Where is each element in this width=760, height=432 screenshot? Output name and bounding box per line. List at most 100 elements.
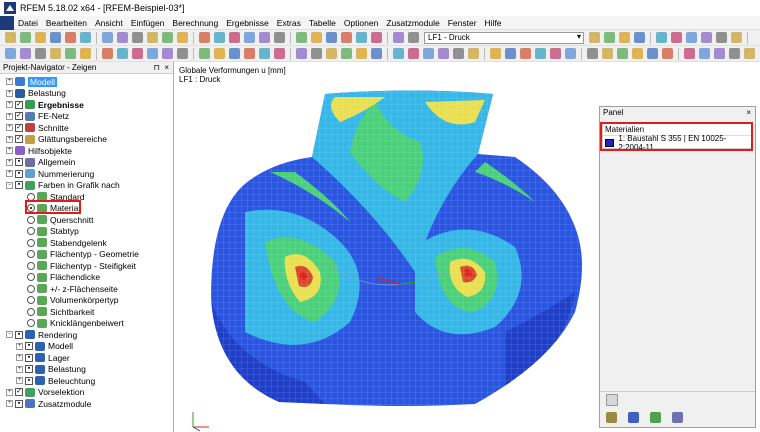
toolbar-button-icon[interactable]: [731, 32, 742, 43]
expand-icon[interactable]: +: [6, 147, 13, 154]
nav-item-zside[interactable]: +/- z-Flächenseite: [27, 283, 118, 294]
toolbar-button-icon[interactable]: [199, 48, 210, 59]
collapse-icon[interactable]: −: [6, 181, 13, 189]
toolbar-button-icon[interactable]: [177, 48, 188, 59]
nav-item-res[interactable]: + ✓ Ergebnisse: [6, 99, 84, 110]
checkbox[interactable]: ▪: [25, 342, 33, 350]
toolbar-button-icon[interactable]: [326, 48, 337, 59]
toolbar-button-icon[interactable]: [619, 32, 630, 43]
expand-icon[interactable]: +: [6, 158, 13, 166]
toolbar-button-icon[interactable]: [634, 32, 645, 43]
menu-hilfe[interactable]: Hilfe: [481, 16, 506, 30]
toolbar-button-icon[interactable]: [438, 48, 449, 59]
menu-ansicht[interactable]: Ansicht: [91, 16, 127, 30]
expand-icon[interactable]: +: [6, 400, 13, 407]
nav-item-buck[interactable]: Knicklängenbeiwert: [27, 318, 124, 329]
toolbar-button-icon[interactable]: [65, 48, 76, 59]
toolbar-button-icon[interactable]: [132, 48, 143, 59]
toolbar-button-icon[interactable]: [296, 48, 307, 59]
expand-icon[interactable]: +: [16, 354, 23, 361]
nav-item-num[interactable]: + ▪ Nummerierung: [6, 168, 94, 179]
nav-item-rend[interactable]: − ▪ Rendering: [6, 329, 77, 340]
toolbar-button-icon[interactable]: [684, 48, 695, 59]
nav-item-rsupp[interactable]: + ▪ Lager: [16, 352, 70, 363]
radio-button[interactable]: [27, 215, 35, 224]
menu-datei[interactable]: Datei: [14, 16, 42, 30]
radio-button[interactable]: [27, 296, 35, 304]
toolbar-button-icon[interactable]: [565, 48, 576, 59]
nav-item-sgeo[interactable]: Flächentyp - Geometrie: [27, 249, 139, 260]
radio-button[interactable]: [27, 273, 35, 281]
toolbar-button-icon[interactable]: [656, 32, 667, 43]
toolbar-button-icon[interactable]: [587, 48, 598, 59]
nav-item-sthick[interactable]: Flächendicke: [27, 272, 100, 283]
toolbar-button-icon[interactable]: [729, 48, 740, 59]
checkbox[interactable]: ▪: [25, 353, 33, 362]
nav-item-smooth[interactable]: + ✓ Glättungsbereiche: [6, 134, 107, 145]
checkbox[interactable]: ▪: [15, 158, 23, 166]
toolbar-button-icon[interactable]: [214, 48, 225, 59]
toolbar-button-icon[interactable]: [132, 32, 143, 43]
nav-item-vis[interactable]: Sichtbarkeit: [27, 306, 94, 317]
toolbar-button-icon[interactable]: [177, 32, 188, 43]
nav-item-cut[interactable]: + ✓ Schnitte: [6, 122, 69, 133]
expand-icon[interactable]: +: [6, 388, 13, 396]
toolbar-button-icon[interactable]: [356, 48, 367, 59]
menu-optionen[interactable]: Optionen: [340, 16, 383, 30]
panel-settings-icon[interactable]: [606, 394, 618, 406]
radio-button[interactable]: [27, 250, 35, 258]
expand-icon[interactable]: +: [6, 112, 13, 120]
toolbar-button-icon[interactable]: [274, 32, 285, 43]
checkbox[interactable]: ✓: [15, 135, 23, 143]
checkbox[interactable]: ▪: [25, 365, 33, 373]
panel-tab-info-icon[interactable]: [672, 412, 683, 423]
toolbar-button-icon[interactable]: [589, 32, 600, 43]
toolbar-button-icon[interactable]: [662, 48, 673, 59]
toolbar-button-icon[interactable]: [744, 48, 755, 59]
toolbar-button-icon[interactable]: [714, 48, 725, 59]
toolbar-button-icon[interactable]: [214, 32, 225, 43]
toolbar-button-icon[interactable]: [647, 48, 658, 59]
menu-fenster[interactable]: Fenster: [444, 16, 481, 30]
toolbar-button-icon[interactable]: [5, 32, 16, 43]
toolbar-button-icon[interactable]: [535, 48, 546, 59]
toolbar-button-icon[interactable]: [5, 48, 16, 59]
toolbar-button-icon[interactable]: [147, 32, 158, 43]
expand-icon[interactable]: +: [6, 78, 13, 85]
nav-item-gen[interactable]: + ▪ Allgemein: [6, 157, 75, 168]
panel-tab-values-icon[interactable]: [606, 412, 617, 423]
expand-icon[interactable]: +: [16, 365, 23, 373]
toolbar-button-icon[interactable]: [602, 48, 613, 59]
toolbar-button-icon[interactable]: [20, 32, 31, 43]
toolbar-button-icon[interactable]: [259, 32, 270, 43]
toolbar-button-icon[interactable]: [244, 32, 255, 43]
toolbar-button-icon[interactable]: [701, 32, 712, 43]
toolbar-button-icon[interactable]: [35, 48, 46, 59]
toolbar-button-icon[interactable]: [311, 32, 322, 43]
toolbar-button-icon[interactable]: [671, 32, 682, 43]
toolbar-button-icon[interactable]: [393, 48, 404, 59]
checkbox[interactable]: ✓: [15, 112, 23, 120]
toolbar-button-icon[interactable]: [408, 48, 419, 59]
panel-tab-scale-icon[interactable]: [650, 412, 661, 423]
toolbar-button-icon[interactable]: [147, 48, 158, 59]
radio-button[interactable]: [27, 227, 35, 235]
toolbar-button-icon[interactable]: [259, 48, 270, 59]
expand-icon[interactable]: +: [16, 342, 23, 350]
checkbox[interactable]: ▪: [15, 330, 23, 339]
toolbar-button-icon[interactable]: [65, 32, 76, 43]
toolbar-button-icon[interactable]: [229, 32, 240, 43]
toolbar-button-icon[interactable]: [102, 32, 113, 43]
toolbar-button-icon[interactable]: [371, 48, 382, 59]
panel-close-icon[interactable]: ×: [746, 107, 751, 119]
toolbar-button-icon[interactable]: [311, 48, 322, 59]
toolbar-button-icon[interactable]: [199, 32, 210, 43]
nav-item-colors[interactable]: − ▪ Farben in Grafik nach: [6, 180, 120, 191]
nav-item-model[interactable]: + Modell: [6, 76, 58, 87]
expand-icon[interactable]: +: [16, 377, 23, 384]
nav-item-rload[interactable]: + ▪ Belastung: [16, 364, 86, 375]
toolbar-button-icon[interactable]: [50, 48, 61, 59]
checkbox[interactable]: ▪: [15, 169, 23, 178]
radio-button[interactable]: [27, 319, 35, 327]
nav-item-mesh[interactable]: + ✓ FE-Netz: [6, 111, 69, 122]
